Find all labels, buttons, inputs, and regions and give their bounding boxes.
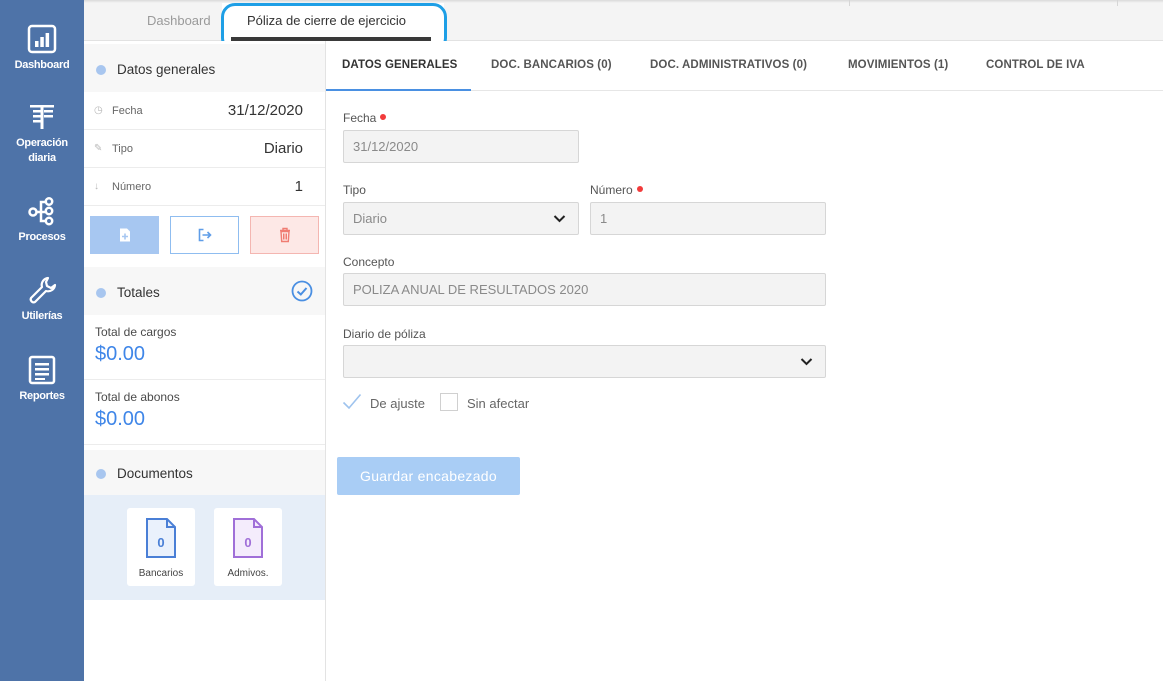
- nav-item-operacion-diaria[interactable]: Operación diaria: [0, 102, 84, 166]
- save-header-button[interactable]: Guardar encabezado: [337, 457, 520, 495]
- section-dot: [96, 65, 106, 75]
- row-value: 1: [294, 178, 303, 195]
- report-icon: [28, 355, 56, 385]
- edit-icon: ✎: [94, 143, 103, 154]
- summary-panel: Datos generales ◷ Fecha 31/12/2020 ✎ Tip…: [84, 41, 326, 681]
- concepto-field[interactable]: POLIZA ANUAL DE RESULTADOS 2020: [343, 273, 826, 306]
- tab-label: Póliza de cierre de ejercicio: [247, 13, 406, 28]
- nav-label: Dashboard: [14, 59, 70, 71]
- top-tab-bar: Dashboard Póliza de cierre de ejercicio: [84, 0, 1163, 41]
- tipo-label: Tipo: [343, 183, 366, 197]
- doc-label: Admivos.: [227, 568, 269, 579]
- nav-label: Procesos: [18, 231, 66, 243]
- checkbox-label: De ajuste: [370, 396, 425, 411]
- numero-field[interactable]: 1: [590, 202, 826, 235]
- fecha-field[interactable]: 31/12/2020: [343, 130, 579, 163]
- total-value: $0.00: [95, 408, 146, 430]
- checkbox-label: Sin afectar: [467, 396, 530, 411]
- export-button[interactable]: [170, 216, 239, 254]
- nav-label: Operación: [16, 137, 68, 149]
- subtab-doc-bancarios[interactable]: DOC. BANCARIOS (0): [491, 59, 612, 71]
- checkmark-icon: [342, 393, 362, 410]
- nav-label: Reportes: [19, 390, 65, 402]
- fecha-label: Fecha: [343, 111, 387, 125]
- summary-row-tipo: ✎ Tipo Diario: [84, 130, 325, 168]
- section-dot: [96, 469, 106, 479]
- chevron-down-icon: [553, 215, 566, 223]
- main-nav: Dashboard Operación diaria Procesos Util…: [0, 0, 84, 681]
- total-cargos: Total de cargos $0.00: [84, 314, 325, 380]
- check-circle-icon: [291, 280, 313, 302]
- nav-label-line2: diaria: [28, 152, 56, 164]
- chart-icon: [27, 24, 57, 54]
- row-label: Tipo: [112, 143, 133, 155]
- clock-icon: ◷: [94, 105, 103, 116]
- numero-label-text: Número: [590, 183, 633, 197]
- doc-count: 0: [244, 535, 252, 550]
- subtab-active-indicator: [326, 89, 471, 91]
- row-label: Fecha: [112, 105, 143, 117]
- share-nodes-icon: [28, 197, 54, 226]
- delete-button[interactable]: [250, 216, 319, 254]
- required-dot: [636, 186, 643, 192]
- section-documentos: Documentos: [84, 450, 325, 495]
- subtab-movimientos[interactable]: MOVIMIENTOS (1): [848, 59, 948, 71]
- nav-item-procesos[interactable]: Procesos: [0, 196, 84, 245]
- total-abonos: Total de abonos $0.00: [84, 379, 325, 445]
- diario-select[interactable]: [343, 345, 826, 378]
- row-value: Diario: [263, 140, 303, 157]
- ledger-icon: [30, 105, 54, 129]
- doc-label: Bancarios: [138, 568, 184, 579]
- required-dot: [380, 114, 387, 120]
- fecha-label-text: Fecha: [343, 111, 377, 125]
- section-title: Datos generales: [117, 62, 216, 77]
- row-value: 31/12/2020: [227, 102, 303, 119]
- file-plus-icon: [119, 228, 130, 242]
- nav-item-reportes[interactable]: Reportes: [0, 355, 84, 404]
- total-label: Total de abonos: [95, 390, 180, 404]
- section-title: Documentos: [117, 466, 193, 481]
- sort-numeric-icon: ↓: [94, 181, 99, 192]
- tab-dashboard[interactable]: Dashboard: [147, 13, 211, 28]
- sub-tabs: DATOS GENERALES DOC. BANCARIOS (0) DOC. …: [326, 41, 1163, 91]
- concepto-label: Concepto: [343, 255, 395, 269]
- row-label: Número: [112, 181, 152, 193]
- trash-icon: [279, 227, 290, 243]
- tab-poliza-cierre[interactable]: Póliza de cierre de ejercicio: [222, 3, 444, 41]
- tipo-select-value: Diario: [353, 211, 387, 226]
- subtab-control-iva[interactable]: CONTROL DE IVA: [986, 59, 1085, 71]
- doc-card-bancarios[interactable]: 0 Bancarios: [127, 508, 195, 586]
- total-label: Total de cargos: [95, 325, 177, 339]
- app-root: Dashboard Operación diaria Procesos Util…: [0, 0, 1163, 681]
- total-value: $0.00: [95, 343, 146, 365]
- new-document-button[interactable]: [90, 216, 159, 254]
- doc-count: 0: [157, 535, 165, 550]
- numero-label: Número: [590, 183, 643, 197]
- wrench-icon: [29, 276, 57, 304]
- nav-label: Utilerías: [21, 310, 63, 322]
- subtab-doc-administrativos[interactable]: DOC. ADMINISTRATIVOS (0): [650, 59, 807, 71]
- main-content: DATOS GENERALES DOC. BANCARIOS (0) DOC. …: [326, 41, 1163, 681]
- documents-area: 0 Bancarios 0 Admivos.: [84, 495, 325, 600]
- nav-item-utilerias[interactable]: Utilerías: [0, 275, 84, 324]
- summary-row-fecha: ◷ Fecha 31/12/2020: [84, 92, 325, 130]
- section-totales: Totales: [84, 267, 325, 315]
- doc-card-admivos[interactable]: 0 Admivos.: [214, 508, 282, 586]
- tabbar-divider: [849, 0, 850, 6]
- subtab-datos-generales[interactable]: DATOS GENERALES: [342, 59, 457, 71]
- tabbar-divider: [1117, 0, 1118, 6]
- diario-label: Diario de póliza: [343, 327, 426, 341]
- checkbox-box: [440, 393, 458, 411]
- chevron-down-icon: [800, 358, 813, 366]
- sign-out-icon: [198, 228, 212, 242]
- section-datos-generales: Datos generales: [84, 44, 325, 92]
- section-dot: [96, 288, 106, 298]
- nav-item-dashboard[interactable]: Dashboard: [0, 24, 84, 73]
- section-title: Totales: [117, 285, 160, 300]
- tipo-select[interactable]: Diario: [343, 202, 579, 235]
- summary-row-numero: ↓ Número 1: [84, 168, 325, 206]
